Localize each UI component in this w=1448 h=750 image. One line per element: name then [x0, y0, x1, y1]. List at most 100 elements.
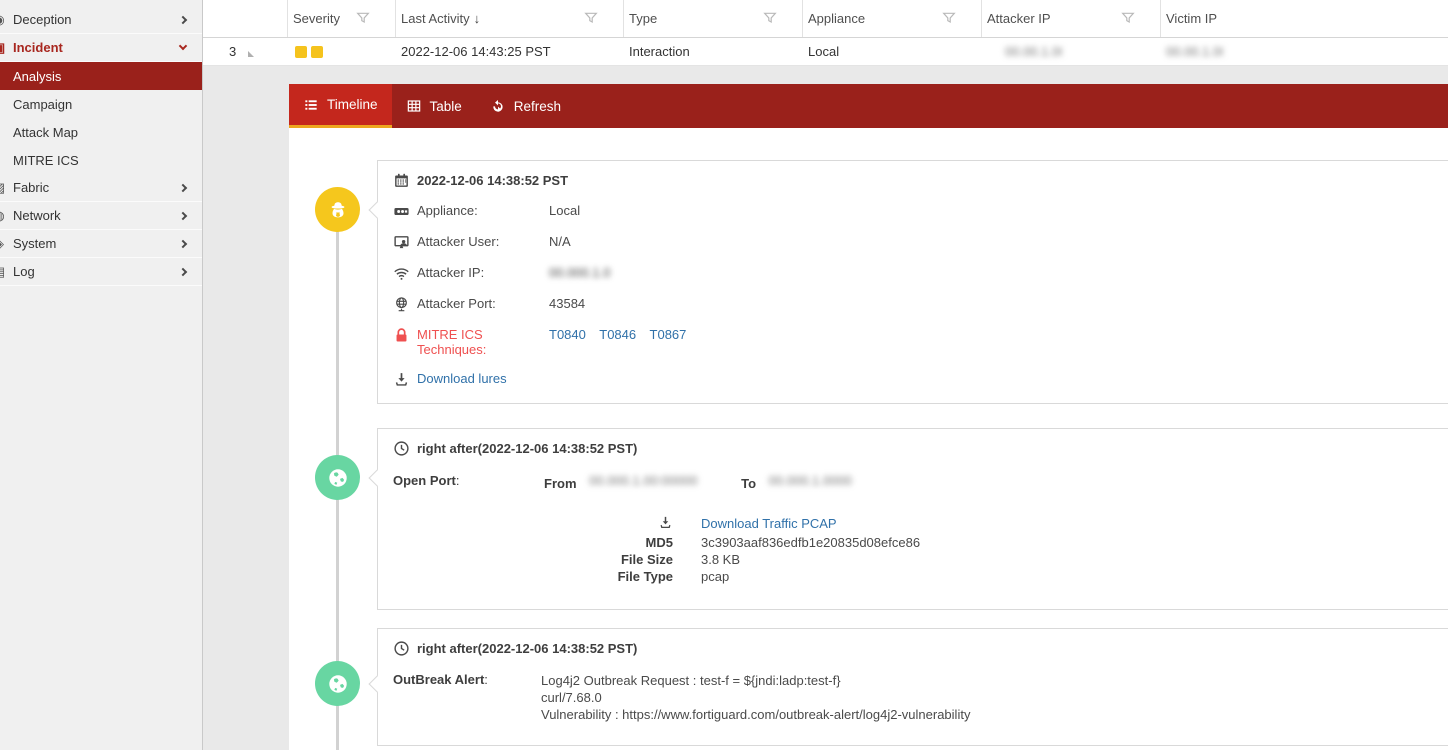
- sidebar-item-attack-map[interactable]: Attack Map: [0, 118, 202, 146]
- filter-icon[interactable]: [941, 10, 957, 26]
- refresh-icon: [490, 98, 506, 114]
- pcap-download-row: Download Traffic PCAP: [393, 515, 1448, 534]
- system-icon: ◈: [0, 236, 7, 252]
- network-event-marker: [315, 661, 360, 706]
- field-attacker-user: Attacker User: N/A: [393, 234, 1448, 251]
- pcap-block: Download Traffic PCAP MD5 3c3903aaf836ed…: [393, 515, 1448, 585]
- field-attacker-ip: Attacker IP: 00.000.1.00: [393, 265, 1448, 282]
- download-lures-link[interactable]: Download lures: [417, 371, 507, 386]
- appliance-icon: [393, 203, 410, 220]
- from-group: From 00.000.1.00:00000: [544, 473, 697, 491]
- alert-line-vulnerability: Vulnerability : https://www.fortiguard.c…: [541, 707, 970, 722]
- column-header-expand: [203, 0, 288, 37]
- sidebar-item-label: Campaign: [13, 97, 72, 112]
- download-traffic-pcap-link[interactable]: Download Traffic PCAP: [701, 515, 837, 534]
- alert-line-request: Log4j2 Outbreak Request : test-f = ${jnd…: [541, 673, 841, 688]
- column-label: Appliance: [808, 11, 865, 26]
- chevron-right-icon: [179, 212, 187, 220]
- column-header-appliance[interactable]: Appliance: [803, 0, 982, 37]
- attacker-marker: [315, 187, 360, 232]
- filter-icon[interactable]: [583, 10, 599, 26]
- severity-cell: [288, 38, 396, 65]
- mitre-technique-link[interactable]: T0846: [599, 327, 636, 342]
- timeline-event-card-attacker: 2022-12-06 14:38:52 PST Appliance: Local…: [377, 160, 1448, 404]
- column-header-severity[interactable]: Severity: [288, 0, 396, 37]
- lock-icon: [393, 327, 410, 344]
- list-icon: [303, 97, 319, 113]
- calendar-icon: [393, 172, 410, 189]
- from-label: From: [544, 476, 577, 491]
- sidebar-item-label: Attack Map: [13, 125, 78, 140]
- to-group: To 00.000.1.0000: [741, 473, 864, 491]
- sidebar-item-incident[interactable]: ▣ Incident: [0, 34, 202, 62]
- download-icon: [393, 515, 701, 534]
- column-label: Severity: [293, 11, 340, 26]
- file-size-label: File Size: [393, 551, 701, 568]
- column-header-victim-ip[interactable]: Victim IP: [1161, 0, 1448, 37]
- incident-row[interactable]: 3 2022-12-06 14:43:25 PST Interaction Lo…: [203, 38, 1448, 66]
- appliance-cell: Local: [803, 38, 982, 65]
- table-view-button[interactable]: Table: [392, 84, 476, 128]
- timeline-event-card-open-port: right after(2022-12-06 14:38:52 PST) Ope…: [377, 428, 1448, 610]
- fabric-icon: ▨: [0, 180, 7, 196]
- sidebar-item-analysis[interactable]: Analysis: [0, 62, 202, 90]
- field-label: Appliance:: [417, 203, 549, 218]
- sidebar-item-deception[interactable]: ◉ Deception: [0, 6, 202, 34]
- alert-line-agent: curl/7.68.0: [541, 690, 602, 705]
- field-label: Attacker Port:: [417, 296, 549, 311]
- field-label: Attacker IP:: [417, 265, 549, 280]
- row-expand-cell[interactable]: 3: [203, 38, 288, 65]
- sidebar-item-fabric[interactable]: ▨ Fabric: [0, 174, 202, 202]
- event-relative-time: right after(2022-12-06 14:38:52 PST): [417, 641, 637, 656]
- sidebar-item-label: Analysis: [13, 69, 61, 84]
- column-header-attacker-ip[interactable]: Attacker IP: [982, 0, 1161, 37]
- redacted-to-address: 00.000.1.0000: [769, 473, 864, 488]
- refresh-button[interactable]: Refresh: [476, 84, 575, 128]
- row-expanded-icon[interactable]: [248, 51, 254, 57]
- victim-ip-cell: 00.00.1.000: [1161, 38, 1448, 65]
- column-header-type[interactable]: Type: [624, 0, 803, 37]
- field-value: N/A: [549, 234, 571, 249]
- mitre-technique-link[interactable]: T0867: [650, 327, 687, 342]
- detail-toolbar: Timeline Table Refresh: [289, 84, 1448, 128]
- last-activity-cell: 2022-12-06 14:43:25 PST: [396, 38, 624, 65]
- globe-icon: [327, 673, 349, 695]
- field-appliance: Appliance: Local: [393, 203, 1448, 220]
- file-size-row: File Size 3.8 KB: [393, 551, 1448, 568]
- timeline-view-button[interactable]: Timeline: [289, 84, 392, 128]
- filter-icon[interactable]: [762, 10, 778, 26]
- sidebar-item-label: Log: [13, 264, 35, 279]
- download-icon: [393, 371, 410, 388]
- column-label: Type: [629, 11, 657, 26]
- redacted-attacker-ip: 00.00.1.00: [1005, 44, 1062, 59]
- outbreak-alert-row: OutBreak Alert: Log4j2 Outbreak Request …: [393, 672, 1448, 723]
- redacted-victim-ip: 00.00.1.000: [1166, 44, 1223, 59]
- mitre-technique-link[interactable]: T0840: [549, 327, 586, 342]
- sidebar-item-system[interactable]: ◈ System: [0, 230, 202, 258]
- sidebar-item-label: MITRE ICS: [13, 153, 79, 168]
- severity-square-icon: [295, 46, 307, 58]
- sidebar-item-label: Network: [13, 208, 61, 223]
- sidebar-item-campaign[interactable]: Campaign: [0, 90, 202, 118]
- globe-stand-icon: [393, 296, 410, 313]
- column-header-last-activity[interactable]: Last Activity ↓: [396, 0, 624, 37]
- column-label: Attacker IP: [987, 11, 1051, 26]
- field-value: Local: [549, 203, 580, 218]
- event-timestamp-header: 2022-12-06 14:38:52 PST: [393, 172, 1448, 189]
- network-event-marker: [315, 455, 360, 500]
- wifi-icon: [393, 265, 410, 282]
- column-label: Last Activity: [401, 11, 470, 26]
- sidebar-item-network[interactable]: ◍ Network: [0, 202, 202, 230]
- file-type-row: File Type pcap: [393, 568, 1448, 585]
- log-icon: ▤: [0, 264, 7, 280]
- deception-icon: ◉: [0, 12, 7, 28]
- row-number: 3: [208, 44, 248, 59]
- sidebar-item-log[interactable]: ▤ Log: [0, 258, 202, 286]
- sidebar-item-mitre-ics[interactable]: MITRE ICS: [0, 146, 202, 174]
- filter-icon[interactable]: [355, 10, 371, 26]
- filter-icon[interactable]: [1120, 10, 1136, 26]
- sort-descending-icon[interactable]: ↓: [474, 11, 481, 26]
- md5-value: 3c3903aaf836edfb1e20835d08efce86: [701, 534, 920, 551]
- outbreak-alert-details: Log4j2 Outbreak Request : test-f = ${jnd…: [541, 672, 970, 723]
- outbreak-alert-label: OutBreak Alert:: [393, 672, 541, 687]
